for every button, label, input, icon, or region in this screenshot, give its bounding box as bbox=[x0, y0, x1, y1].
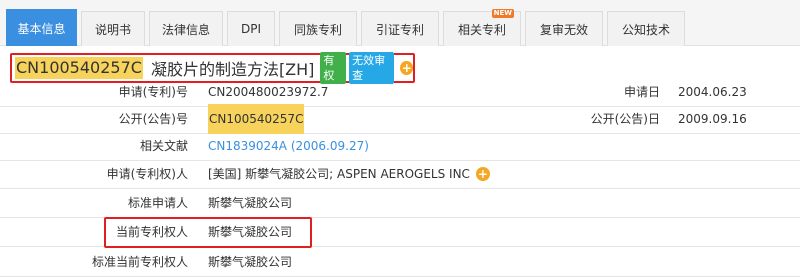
publication-number-wrap: CN100540257C bbox=[208, 104, 305, 134]
tab-bar: 基本信息 说明书 法律信息 DPI 同族专利 引证专利 相关专利 NEW 复审无效… bbox=[0, 0, 800, 46]
tab-description[interactable]: 说明书 bbox=[81, 11, 145, 46]
tab-label: 引证专利 bbox=[375, 22, 424, 37]
application-date: 2004.06.23 bbox=[678, 85, 747, 99]
tab-dpi[interactable]: DPI bbox=[227, 11, 275, 46]
info-row-std-current-holder: 标准当前专利权人 斯攀气凝胶公司 bbox=[0, 247, 800, 277]
tab-label: 同族专利 bbox=[293, 22, 342, 37]
applicant-value: [美国] 斯攀气凝胶公司; ASPEN AEROGELS INC bbox=[208, 167, 470, 181]
tab-label: DPI bbox=[240, 22, 261, 36]
related-doc-link[interactable]: CN1839024A (2006.09.27) bbox=[208, 131, 369, 161]
tab-related-patents[interactable]: 相关专利 NEW bbox=[443, 9, 521, 46]
tab-basic-info[interactable]: 基本信息 bbox=[6, 9, 77, 46]
plus-circle-icon[interactable]: + bbox=[475, 167, 490, 181]
current-holder-highlight-box bbox=[104, 217, 312, 248]
tab-label: 复审无效 bbox=[539, 22, 588, 37]
info-row-publication: 公开(公告)号 CN100540257C 公开(公告)日 2009.09.16 bbox=[0, 104, 800, 134]
field-label: 公开(公告)号 bbox=[118, 112, 188, 126]
tab-label: 基本信息 bbox=[17, 21, 66, 36]
publication-number: CN100540257C bbox=[208, 104, 305, 134]
info-row-std-applicant: 标准申请人 斯攀气凝胶公司 bbox=[0, 188, 800, 218]
patent-number: CN100540257C bbox=[15, 57, 143, 79]
info-row-related-doc: 相关文献 CN1839024A (2006.09.27) bbox=[0, 131, 800, 161]
application-number: CN200480023972.7 bbox=[208, 85, 329, 99]
new-badge: NEW bbox=[491, 9, 514, 18]
field-label: 标准申请人 bbox=[127, 196, 188, 210]
field-label: 公开(公告)日 bbox=[590, 112, 660, 126]
tab-cited-patents[interactable]: 引证专利 bbox=[361, 11, 439, 46]
publication-date: 2009.09.16 bbox=[678, 112, 747, 126]
tab-legal-info[interactable]: 法律信息 bbox=[149, 11, 223, 46]
field-label: 申请(专利权)人 bbox=[106, 167, 188, 181]
tab-label: 说明书 bbox=[94, 22, 131, 37]
field-label: 申请(专利)号 bbox=[118, 85, 188, 99]
tab-family-patents[interactable]: 同族专利 bbox=[279, 11, 357, 46]
tab-prior-art[interactable]: 公知技术 bbox=[607, 11, 685, 46]
info-row-application: 申请(专利)号 CN200480023972.7 申请日 2004.06.23 bbox=[0, 77, 800, 107]
plus-circle-icon[interactable]: + bbox=[400, 61, 414, 75]
tab-label: 相关专利 bbox=[457, 22, 506, 37]
field-label: 标准当前专利权人 bbox=[91, 255, 188, 269]
applicant-wrap: [美国] 斯攀气凝胶公司; ASPEN AEROGELS INC + bbox=[208, 159, 490, 189]
std-applicant-value: 斯攀气凝胶公司 bbox=[208, 196, 293, 210]
tab-reexam-invalid[interactable]: 复审无效 bbox=[525, 11, 603, 46]
info-row-applicant: 申请(专利权)人 [美国] 斯攀气凝胶公司; ASPEN AEROGELS IN… bbox=[0, 159, 800, 189]
field-label: 申请日 bbox=[623, 85, 660, 99]
tab-label: 公知技术 bbox=[621, 22, 670, 37]
std-current-holder-value: 斯攀气凝胶公司 bbox=[208, 255, 293, 269]
tab-label: 法律信息 bbox=[161, 22, 210, 37]
field-label: 相关文献 bbox=[139, 139, 188, 153]
